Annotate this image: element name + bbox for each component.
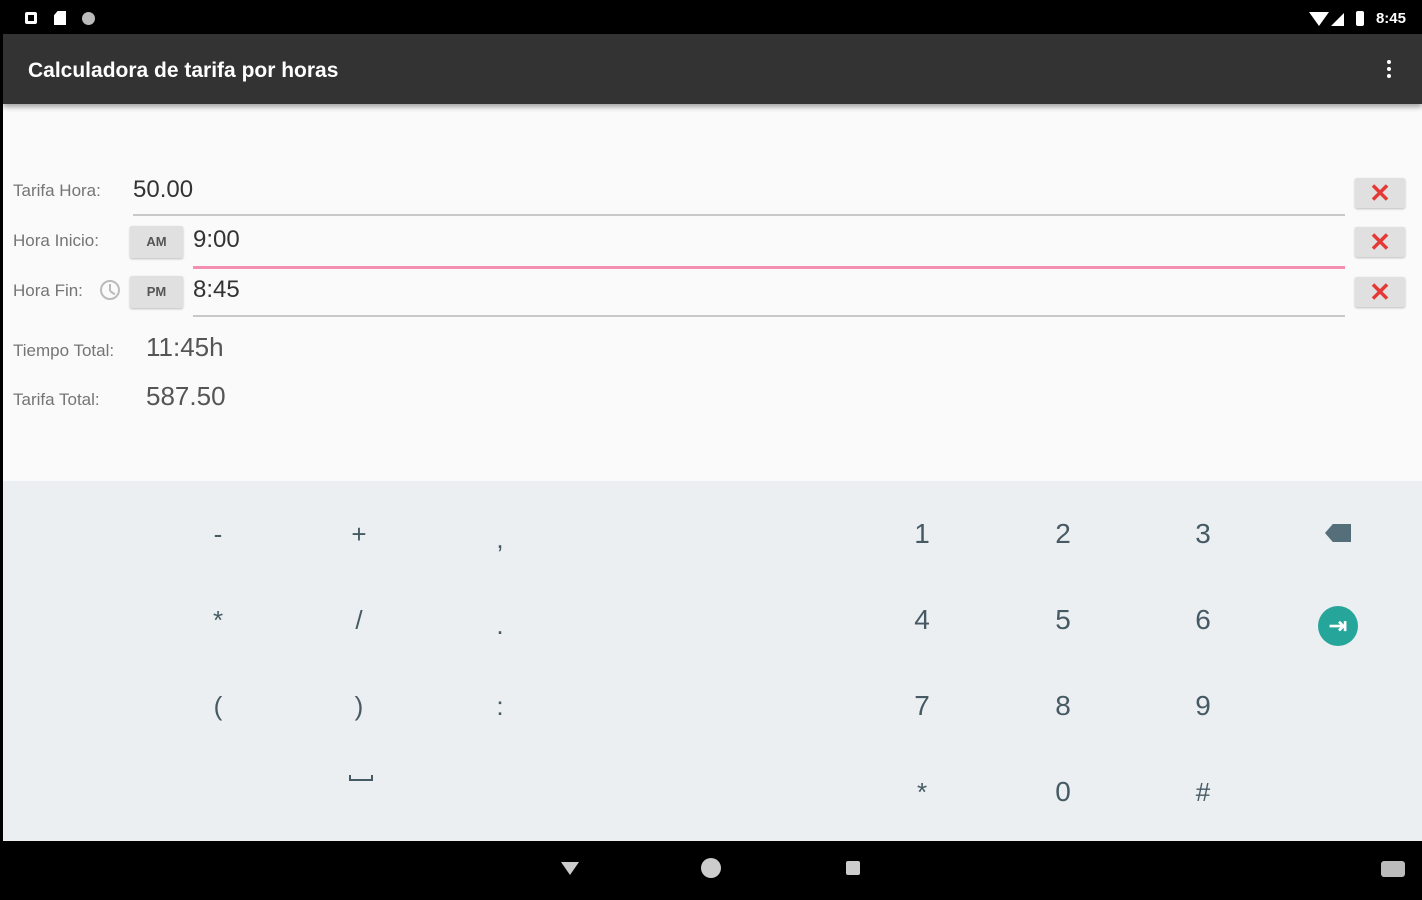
status-time: 8:45 — [1375, 10, 1406, 27]
tiempo-total-value: 11:45h — [146, 332, 224, 362]
key-8[interactable]: 8 — [1003, 666, 1123, 746]
notification-box-icon — [25, 12, 37, 24]
sd-card-icon — [54, 11, 66, 25]
hora-fin-ampm-toggle[interactable]: PM — [130, 276, 183, 308]
signal-icon — [1331, 13, 1344, 26]
dot-icon — [82, 12, 95, 25]
key-star[interactable]: * — [862, 752, 982, 832]
navigation-bar — [0, 841, 1422, 900]
close-icon: ✕ — [1369, 277, 1391, 307]
key-5[interactable]: 5 — [1003, 580, 1123, 660]
app-bar: Calculadora de tarifa por horas — [3, 34, 1422, 104]
key-period[interactable]: . — [440, 585, 560, 665]
tarifa-hora-input[interactable]: 50.00 — [133, 174, 1345, 216]
clock-icon[interactable] — [100, 280, 120, 300]
clear-hora-fin-button[interactable]: ✕ — [1355, 277, 1405, 307]
tarifa-total-label: Tarifa Total: — [13, 390, 100, 409]
calculator-form: Tarifa Hora: 50.00 ✕ Hora Inicio: AM 9:0… — [3, 104, 1422, 481]
tarifa-hora-label: Tarifa Hora: — [13, 181, 101, 200]
key-1[interactable]: 1 — [862, 494, 982, 574]
keyboard-switch-icon[interactable] — [1381, 861, 1405, 877]
app-title: Calculadora de tarifa por horas — [28, 59, 339, 82]
clear-tarifa-hora-button[interactable]: ✕ — [1355, 178, 1405, 208]
hora-inicio-label: Hora Inicio: — [13, 231, 99, 250]
key-colon[interactable]: : — [440, 666, 560, 746]
key-asterisk[interactable]: * — [158, 580, 278, 660]
overflow-menu-icon[interactable] — [1386, 60, 1392, 80]
key-0[interactable]: 0 — [1003, 752, 1123, 832]
battery-icon — [1356, 11, 1364, 26]
key-close-paren[interactable]: ) — [299, 666, 419, 746]
key-6[interactable]: 6 — [1143, 580, 1263, 660]
hora-fin-label: Hora Fin: — [13, 281, 83, 300]
clear-hora-inicio-button[interactable]: ✕ — [1355, 227, 1405, 257]
key-7[interactable]: 7 — [862, 666, 982, 746]
hora-inicio-ampm-toggle[interactable]: AM — [130, 226, 183, 258]
next-field-icon[interactable]: ⇥ — [1318, 606, 1358, 646]
close-icon: ✕ — [1369, 178, 1391, 208]
key-hash[interactable]: # — [1143, 752, 1263, 832]
key-3[interactable]: 3 — [1143, 494, 1263, 574]
key-2[interactable]: 2 — [1003, 494, 1123, 574]
tiempo-total-label: Tiempo Total: — [13, 341, 115, 360]
key-slash[interactable]: / — [299, 580, 419, 660]
key-4[interactable]: 4 — [862, 580, 982, 660]
status-bar: 8:45 — [0, 0, 1422, 34]
key-comma[interactable]: , — [440, 499, 560, 579]
backspace-icon[interactable] — [1325, 524, 1351, 542]
key-plus[interactable]: + — [299, 494, 419, 574]
key-9[interactable]: 9 — [1143, 666, 1263, 746]
space-bar-icon[interactable] — [342, 751, 382, 801]
hora-inicio-input[interactable]: 9:00 — [193, 224, 1345, 269]
home-icon[interactable] — [701, 858, 721, 878]
recents-icon[interactable] — [846, 861, 860, 875]
tarifa-hora-value: 50.00 — [133, 176, 194, 203]
key-minus[interactable]: - — [158, 494, 278, 574]
key-open-paren[interactable]: ( — [158, 666, 278, 746]
tarifa-total-value: 587.50 — [146, 381, 226, 411]
wifi-icon — [1309, 12, 1329, 26]
back-icon[interactable] — [561, 862, 579, 875]
hora-fin-value: 8:45 — [193, 276, 240, 303]
close-icon: ✕ — [1369, 227, 1391, 257]
hora-inicio-value: 9:00 — [193, 226, 240, 253]
hora-fin-input[interactable]: 8:45 — [193, 274, 1345, 317]
numeric-keyboard: - + , * / . ( ) : 1 2 3 4 5 6 7 8 9 * 0 … — [3, 481, 1422, 841]
